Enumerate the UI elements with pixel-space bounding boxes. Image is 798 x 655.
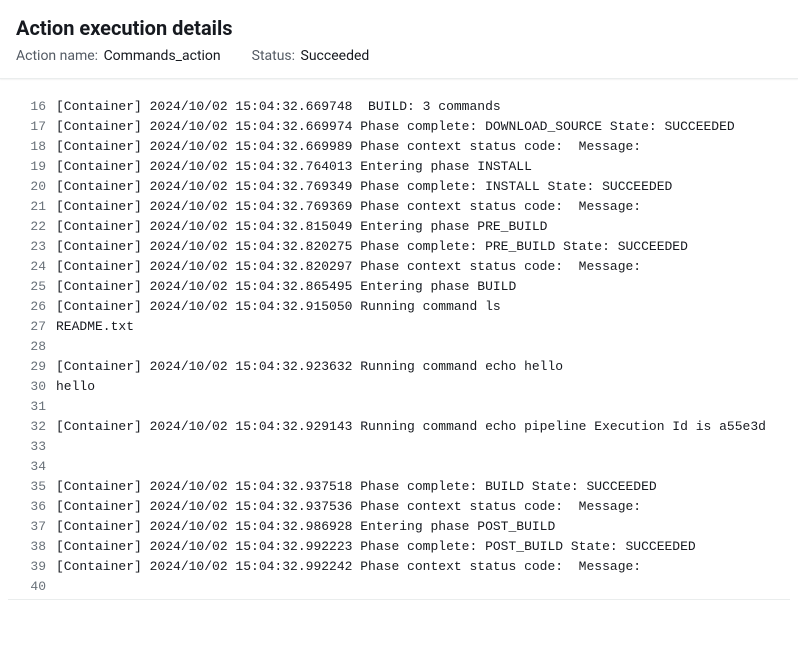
line-number: 33 (8, 437, 56, 457)
line-number: 37 (8, 517, 56, 537)
log-lines-list: 16[Container] 2024/10/02 15:04:32.669748… (8, 95, 790, 600)
log-line[interactable]: 30hello (8, 377, 790, 397)
line-number: 39 (8, 557, 56, 577)
action-name-value: Commands_action (104, 48, 221, 64)
line-number: 31 (8, 397, 56, 417)
line-number: 38 (8, 537, 56, 557)
line-number: 35 (8, 477, 56, 497)
log-text: [Container] 2024/10/02 15:04:32.937536 P… (56, 497, 790, 517)
log-text: [Container] 2024/10/02 15:04:32.915050 R… (56, 297, 790, 317)
log-line[interactable]: 33 (8, 437, 790, 457)
log-line[interactable]: 25[Container] 2024/10/02 15:04:32.865495… (8, 277, 790, 297)
log-line[interactable]: 35[Container] 2024/10/02 15:04:32.937518… (8, 477, 790, 497)
action-name-label: Action name: (16, 48, 98, 64)
log-text: [Container] 2024/10/02 15:04:32.769349 P… (56, 177, 790, 197)
line-number: 24 (8, 257, 56, 277)
page-title: Action execution details (16, 16, 782, 40)
log-line[interactable]: 36[Container] 2024/10/02 15:04:32.937536… (8, 497, 790, 517)
log-line[interactable]: 38[Container] 2024/10/02 15:04:32.992223… (8, 537, 790, 557)
log-line[interactable]: 29[Container] 2024/10/02 15:04:32.923632… (8, 357, 790, 377)
line-number: 18 (8, 137, 56, 157)
log-line[interactable]: 26[Container] 2024/10/02 15:04:32.915050… (8, 297, 790, 317)
log-line[interactable]: 37[Container] 2024/10/02 15:04:32.986928… (8, 517, 790, 537)
log-text: [Container] 2024/10/02 15:04:32.820275 P… (56, 237, 790, 257)
log-text (56, 437, 790, 457)
log-text: [Container] 2024/10/02 15:04:32.769369 P… (56, 197, 790, 217)
log-text: hello (56, 377, 790, 397)
line-number: 20 (8, 177, 56, 197)
log-line[interactable]: 24[Container] 2024/10/02 15:04:32.820297… (8, 257, 790, 277)
line-number: 17 (8, 117, 56, 137)
status-label: Status: (252, 48, 295, 64)
log-text: [Container] 2024/10/02 15:04:32.764013 E… (56, 157, 790, 177)
log-text: [Container] 2024/10/02 15:04:32.815049 E… (56, 217, 790, 237)
log-line[interactable]: 31 (8, 397, 790, 417)
log-text: [Container] 2024/10/02 15:04:32.669748 B… (56, 97, 790, 117)
status-value: Succeeded (301, 48, 370, 64)
meta-row: Action name: Commands_action Status: Suc… (16, 48, 782, 64)
log-line[interactable]: 18[Container] 2024/10/02 15:04:32.669989… (8, 137, 790, 157)
line-number: 19 (8, 157, 56, 177)
details-header: Action execution details Action name: Co… (0, 0, 798, 79)
line-number: 21 (8, 197, 56, 217)
log-text: [Container] 2024/10/02 15:04:32.669974 P… (56, 117, 790, 137)
log-line[interactable]: 17[Container] 2024/10/02 15:04:32.669974… (8, 117, 790, 137)
line-number: 25 (8, 277, 56, 297)
line-number: 29 (8, 357, 56, 377)
log-line[interactable]: 21[Container] 2024/10/02 15:04:32.769369… (8, 197, 790, 217)
log-line[interactable]: 20[Container] 2024/10/02 15:04:32.769349… (8, 177, 790, 197)
line-number: 36 (8, 497, 56, 517)
log-line[interactable]: 39[Container] 2024/10/02 15:04:32.992242… (8, 557, 790, 577)
log-text: [Container] 2024/10/02 15:04:32.986928 E… (56, 517, 790, 537)
line-number: 27 (8, 317, 56, 337)
log-line[interactable]: 16[Container] 2024/10/02 15:04:32.669748… (8, 97, 790, 117)
log-line[interactable]: 40 (8, 577, 790, 597)
log-line[interactable]: 32[Container] 2024/10/02 15:04:32.929143… (8, 417, 790, 437)
log-line[interactable]: 34 (8, 457, 790, 477)
line-number: 28 (8, 337, 56, 357)
log-text: [Container] 2024/10/02 15:04:32.937518 P… (56, 477, 790, 497)
log-text: [Container] 2024/10/02 15:04:32.865495 E… (56, 277, 790, 297)
line-number: 16 (8, 97, 56, 117)
log-text (56, 457, 790, 477)
log-text: [Container] 2024/10/02 15:04:32.669989 P… (56, 137, 790, 157)
log-text: [Container] 2024/10/02 15:04:32.923632 R… (56, 357, 790, 377)
line-number: 30 (8, 377, 56, 397)
log-line[interactable]: 28 (8, 337, 790, 357)
log-text: README.txt (56, 317, 790, 337)
log-text (56, 337, 790, 357)
line-number: 40 (8, 577, 56, 597)
log-text: [Container] 2024/10/02 15:04:32.992242 P… (56, 557, 790, 577)
log-line[interactable]: 27README.txt (8, 317, 790, 337)
log-text: [Container] 2024/10/02 15:04:32.992223 P… (56, 537, 790, 557)
line-number: 23 (8, 237, 56, 257)
log-viewer[interactable]: 16[Container] 2024/10/02 15:04:32.669748… (8, 95, 790, 600)
log-line[interactable]: 23[Container] 2024/10/02 15:04:32.820275… (8, 237, 790, 257)
log-text: [Container] 2024/10/02 15:04:32.820297 P… (56, 257, 790, 277)
line-number: 26 (8, 297, 56, 317)
line-number: 32 (8, 417, 56, 437)
log-text (56, 577, 790, 597)
log-line[interactable]: 19[Container] 2024/10/02 15:04:32.764013… (8, 157, 790, 177)
log-text: [Container] 2024/10/02 15:04:32.929143 R… (56, 417, 790, 437)
log-text (56, 397, 790, 417)
log-line[interactable]: 22[Container] 2024/10/02 15:04:32.815049… (8, 217, 790, 237)
line-number: 22 (8, 217, 56, 237)
line-number: 34 (8, 457, 56, 477)
